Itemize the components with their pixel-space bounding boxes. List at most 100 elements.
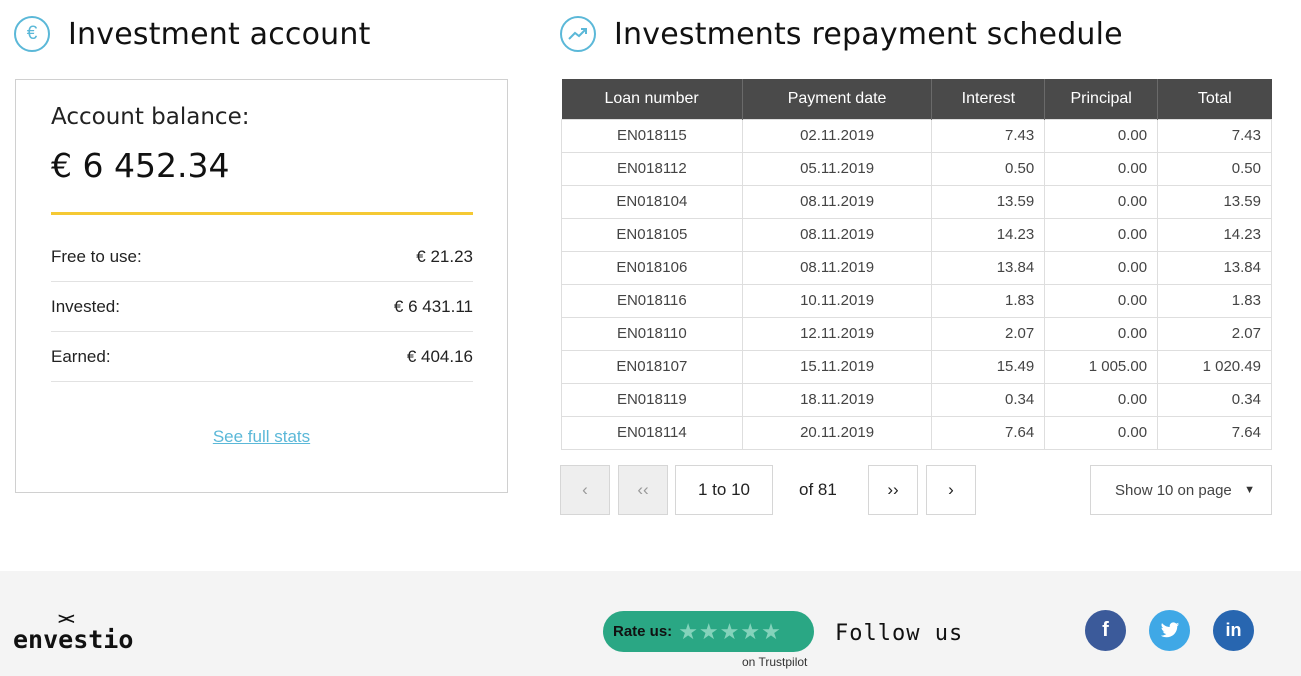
stat-free-to-use: Free to use: € 21.23 — [51, 232, 473, 282]
star-icon: ★ — [678, 618, 698, 644]
payment-date-cell: 15.11.2019 — [741, 349, 933, 384]
interest-cell: 0.50 — [931, 151, 1046, 186]
principal-cell: 0.00 — [1044, 283, 1159, 318]
table-row: EN018112 05.11.2019 0.50 0.00 0.50 — [561, 151, 1272, 186]
table-row: EN018115 02.11.2019 7.43 0.00 7.43 — [561, 118, 1272, 153]
star-icon: ★ — [740, 618, 761, 644]
principal-cell: 0.00 — [1044, 415, 1159, 450]
column-header-interest[interactable]: Interest — [931, 79, 1046, 119]
investment-account-title: Investment account — [68, 16, 371, 52]
payment-date-cell: 10.11.2019 — [741, 283, 933, 318]
stat-label: Earned: — [51, 346, 111, 366]
total-cell: 0.34 — [1157, 382, 1272, 417]
loan-number-cell: EN018106 — [561, 250, 743, 285]
table-row: EN018106 08.11.2019 13.84 0.00 13.84 — [561, 250, 1272, 285]
payment-date-cell: 02.11.2019 — [741, 118, 933, 153]
twitter-icon[interactable] — [1149, 610, 1190, 651]
principal-cell: 1 005.00 — [1044, 349, 1159, 384]
principal-cell: 0.00 — [1044, 118, 1159, 153]
table-row: EN018104 08.11.2019 13.59 0.00 13.59 — [561, 184, 1272, 219]
balance-label: Account balance: — [51, 104, 250, 130]
next-page-button[interactable]: › — [926, 465, 976, 515]
total-cell: 13.59 — [1157, 184, 1272, 219]
interest-cell: 13.59 — [931, 184, 1046, 219]
principal-cell: 0.00 — [1044, 250, 1159, 285]
loan-number-cell: EN018119 — [561, 382, 743, 417]
account-card: Account balance: € 6 452.34 Free to use:… — [15, 79, 508, 493]
payment-date-cell: 05.11.2019 — [741, 151, 933, 186]
last-page-button[interactable]: ›› — [868, 465, 918, 515]
total-cell: 0.50 — [1157, 151, 1272, 186]
page-size-label: Show 10 on page — [1115, 481, 1232, 499]
principal-cell: 0.00 — [1044, 382, 1159, 417]
payment-date-cell: 08.11.2019 — [741, 184, 933, 219]
total-cell: 7.43 — [1157, 118, 1272, 153]
table-row: EN018116 10.11.2019 1.83 0.00 1.83 — [561, 283, 1272, 318]
prev-page-button[interactable]: ‹ — [560, 465, 610, 515]
star-rating: ★ ★ ★ ★ ★ — [678, 618, 781, 644]
stat-value: € 404.16 — [406, 346, 473, 366]
account-stats: Free to use: € 21.23 Invested: € 6 431.1… — [51, 232, 473, 382]
principal-cell: 0.00 — [1044, 151, 1159, 186]
first-page-button[interactable]: ‹‹ — [618, 465, 668, 515]
facebook-icon[interactable]: f — [1085, 610, 1126, 651]
repayment-schedule-header: Investments repayment schedule — [560, 16, 1123, 52]
stat-label: Invested: — [51, 296, 120, 316]
page-range-field[interactable]: 1 to 10 — [675, 465, 773, 515]
total-cell: 1 020.49 — [1157, 349, 1272, 384]
investment-account-header: € Investment account — [14, 16, 371, 52]
column-header-loan-number[interactable]: Loan number — [561, 79, 743, 119]
trustpilot-label: on Trustpilot — [742, 655, 808, 669]
table-row: EN018105 08.11.2019 14.23 0.00 14.23 — [561, 217, 1272, 252]
star-icon: ★ — [761, 618, 781, 644]
loan-number-cell: EN018107 — [561, 349, 743, 384]
loan-number-cell: EN018105 — [561, 217, 743, 252]
total-cell: 7.64 — [1157, 415, 1272, 450]
see-full-stats-link[interactable]: See full stats — [16, 427, 507, 447]
footer: >< envestio Rate us: ★ ★ ★ ★ ★ on Trustp… — [0, 571, 1301, 676]
column-header-principal[interactable]: Principal — [1044, 79, 1159, 119]
loan-number-cell: EN018112 — [561, 151, 743, 186]
payment-date-cell: 12.11.2019 — [741, 316, 933, 351]
table-row: EN018110 12.11.2019 2.07 0.00 2.07 — [561, 316, 1272, 351]
repayment-schedule-table: Loan number Payment date Interest Princi… — [561, 79, 1272, 450]
star-icon: ★ — [698, 618, 719, 644]
loan-number-cell: EN018115 — [561, 118, 743, 153]
interest-cell: 14.23 — [931, 217, 1046, 252]
loan-number-cell: EN018116 — [561, 283, 743, 318]
interest-cell: 1.83 — [931, 283, 1046, 318]
payment-date-cell: 08.11.2019 — [741, 250, 933, 285]
principal-cell: 0.00 — [1044, 217, 1159, 252]
total-cell: 13.84 — [1157, 250, 1272, 285]
interest-cell: 7.43 — [931, 118, 1046, 153]
loan-number-cell: EN018114 — [561, 415, 743, 450]
total-cell: 1.83 — [1157, 283, 1272, 318]
table-body: EN018115 02.11.2019 7.43 0.00 7.43 EN018112 05… — [561, 118, 1272, 450]
balance-value: € 6 452.34 — [51, 146, 230, 185]
column-header-payment-date[interactable]: Payment date — [742, 79, 933, 119]
trend-up-icon — [560, 16, 596, 52]
table-row: EN018114 20.11.2019 7.64 0.00 7.64 — [561, 415, 1272, 450]
balance-divider — [51, 212, 473, 215]
loan-number-cell: EN018110 — [561, 316, 743, 351]
interest-cell: 0.34 — [931, 382, 1046, 417]
stat-value: € 21.23 — [416, 246, 473, 266]
principal-cell: 0.00 — [1044, 184, 1159, 219]
payment-date-cell: 20.11.2019 — [741, 415, 933, 450]
column-header-total[interactable]: Total — [1157, 79, 1272, 119]
linkedin-icon[interactable]: in — [1213, 610, 1254, 651]
stat-invested: Invested: € 6 431.11 — [51, 282, 473, 332]
repayment-schedule-title: Investments repayment schedule — [614, 16, 1123, 52]
rate-us-label: Rate us: — [613, 623, 673, 640]
page-size-select[interactable]: Show 10 on page ▼ — [1090, 465, 1272, 515]
rate-us-button[interactable]: Rate us: ★ ★ ★ ★ ★ — [603, 611, 814, 652]
stat-earned: Earned: € 404.16 — [51, 332, 473, 382]
payment-date-cell: 08.11.2019 — [741, 217, 933, 252]
table-row: EN018119 18.11.2019 0.34 0.00 0.34 — [561, 382, 1272, 417]
logo[interactable]: envestio — [13, 625, 133, 654]
loan-number-cell: EN018104 — [561, 184, 743, 219]
interest-cell: 15.49 — [931, 349, 1046, 384]
table-header-row: Loan number Payment date Interest Princi… — [561, 79, 1272, 119]
total-cell: 14.23 — [1157, 217, 1272, 252]
principal-cell: 0.00 — [1044, 316, 1159, 351]
